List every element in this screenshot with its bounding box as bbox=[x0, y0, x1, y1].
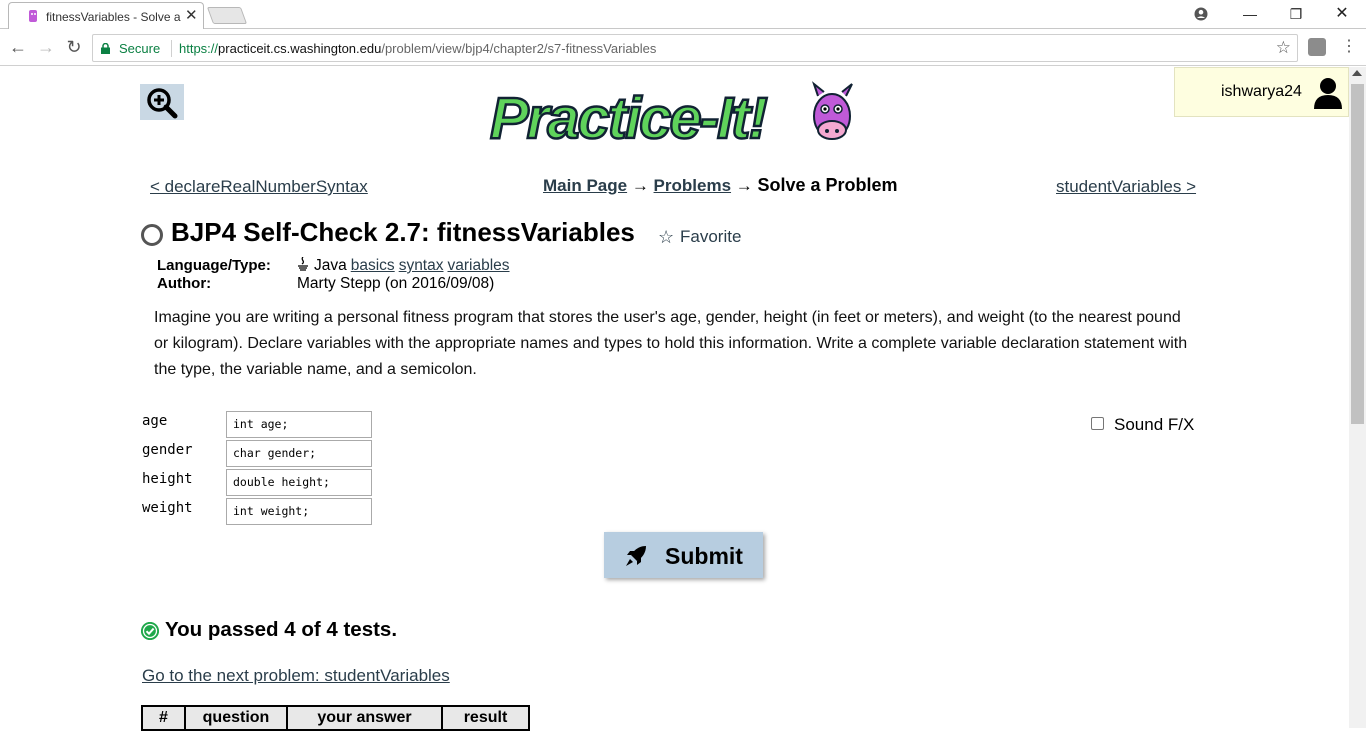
minimize-icon[interactable]: — bbox=[1227, 0, 1273, 29]
age-input[interactable]: int age; bbox=[226, 411, 372, 438]
tag-variables-link[interactable]: variables bbox=[448, 257, 510, 274]
back-arrow-icon[interactable]: ← bbox=[6, 36, 30, 60]
cow-mascot-icon bbox=[811, 81, 853, 140]
extension-icon[interactable] bbox=[1308, 38, 1326, 56]
problem-description: Imagine you are writing a personal fitne… bbox=[154, 309, 1188, 378]
go-to-next-problem-link[interactable]: Go to the next problem: studentVariables bbox=[142, 666, 450, 686]
tab-title: fitnessVariables - Solve a bbox=[46, 10, 181, 24]
author-value: Marty Stepp (on 2016/09/08) bbox=[297, 275, 495, 292]
prev-problem-link[interactable]: < declareRealNumberSyntax bbox=[150, 177, 368, 197]
field-label-height: height bbox=[142, 471, 193, 487]
breadcrumb-arrow: → bbox=[627, 176, 654, 195]
favorite-button[interactable]: Favorite bbox=[680, 227, 741, 247]
col-header-your-answer: your answer bbox=[286, 705, 443, 731]
url-text[interactable]: https://practiceit.cs.washington.edu/pro… bbox=[179, 41, 656, 56]
zoom-in-icon bbox=[147, 88, 178, 119]
browser-menu-icon[interactable]: ⋮ bbox=[1339, 38, 1359, 58]
profile-icon[interactable] bbox=[1178, 0, 1224, 29]
sound-fx-label[interactable]: Sound F/X bbox=[1114, 415, 1194, 435]
field-label-weight: weight bbox=[142, 500, 193, 516]
window-close-icon[interactable]: ✕ bbox=[1319, 0, 1365, 29]
breadcrumb-arrow: → bbox=[731, 176, 758, 195]
secure-label: Secure bbox=[119, 41, 161, 56]
language-name: Java bbox=[314, 257, 347, 274]
lock-icon bbox=[101, 43, 110, 54]
tab-bar: fitnessVariables - Solve a ✕ — ❐ ✕ bbox=[0, 0, 1366, 29]
tests-passed-message: You passed 4 of 4 tests. bbox=[165, 618, 398, 641]
author-label: Author: bbox=[157, 275, 212, 292]
height-input[interactable]: double height; bbox=[226, 469, 372, 496]
favorite-star-icon[interactable]: ☆ bbox=[658, 227, 674, 248]
rocket-icon bbox=[626, 546, 646, 566]
new-tab-button[interactable] bbox=[206, 7, 248, 24]
url-scheme: https:// bbox=[179, 41, 219, 56]
practice-it-logo[interactable]: Practice-It! bbox=[486, 80, 866, 148]
next-problem-link[interactable]: studentVariables > bbox=[1056, 177, 1196, 197]
col-header-number: # bbox=[141, 705, 186, 731]
col-header-question: question bbox=[184, 705, 288, 731]
address-bar[interactable]: Secure https://practiceit.cs.washington.… bbox=[92, 34, 1298, 62]
submit-label: Submit bbox=[665, 543, 743, 569]
username: ishwarya24 bbox=[1221, 83, 1302, 100]
tag-basics-link[interactable]: basics bbox=[351, 257, 395, 274]
practiceit-favicon-icon bbox=[29, 10, 37, 22]
svg-text:Practice-It!: Practice-It! bbox=[490, 86, 767, 148]
language-type-value: Java basics syntax variables bbox=[297, 256, 510, 275]
user-account-box[interactable]: ishwarya24 bbox=[1174, 67, 1349, 117]
gender-input[interactable]: char gender; bbox=[226, 440, 372, 467]
check-circle-icon bbox=[141, 622, 159, 640]
reload-icon[interactable]: ↻ bbox=[62, 36, 86, 60]
close-tab-icon[interactable]: ✕ bbox=[185, 6, 198, 24]
weight-input[interactable]: int weight; bbox=[226, 498, 372, 525]
breadcrumb-problems[interactable]: Problems bbox=[654, 176, 731, 195]
sound-fx-checkbox[interactable] bbox=[1091, 417, 1104, 430]
zoom-in-button[interactable] bbox=[140, 84, 184, 120]
results-table: # question your answer result bbox=[141, 705, 530, 731]
browser-toolbar: ← → ↻ Secure https://practiceit.cs.washi… bbox=[0, 30, 1366, 66]
breadcrumb: Main Page → Problems → Solve a Problem bbox=[543, 175, 898, 196]
browser-tab[interactable]: fitnessVariables - Solve a ✕ bbox=[8, 2, 204, 29]
language-type-label: Language/Type: bbox=[157, 257, 271, 274]
restore-icon[interactable]: ❐ bbox=[1273, 0, 1319, 29]
breadcrumb-main-page[interactable]: Main Page bbox=[543, 176, 627, 195]
user-icon bbox=[1314, 78, 1342, 109]
submit-button[interactable]: Submit bbox=[604, 532, 763, 578]
tag-syntax-link[interactable]: syntax bbox=[399, 257, 444, 274]
url-host: practiceit.cs.washington.edu bbox=[218, 41, 382, 56]
address-separator bbox=[171, 40, 172, 57]
java-icon bbox=[298, 256, 308, 271]
url-path: /problem/view/bjp4/chapter2/s7-fitnessVa… bbox=[381, 41, 657, 56]
forward-arrow-icon[interactable]: → bbox=[34, 36, 58, 60]
field-label-age: age bbox=[142, 413, 168, 429]
field-label-gender: gender bbox=[142, 442, 193, 458]
problem-status-circle-icon bbox=[141, 224, 163, 246]
bookmark-star-icon[interactable]: ☆ bbox=[1276, 38, 1291, 58]
scrollbar-thumb[interactable] bbox=[1351, 84, 1364, 424]
col-header-result: result bbox=[441, 705, 530, 731]
problem-title: BJP4 Self-Check 2.7: fitnessVariables bbox=[171, 217, 635, 247]
breadcrumb-current: Solve a Problem bbox=[757, 175, 898, 195]
scroll-up-arrow-icon[interactable] bbox=[1352, 70, 1362, 76]
results-table-header-row: # question your answer result bbox=[141, 705, 530, 731]
